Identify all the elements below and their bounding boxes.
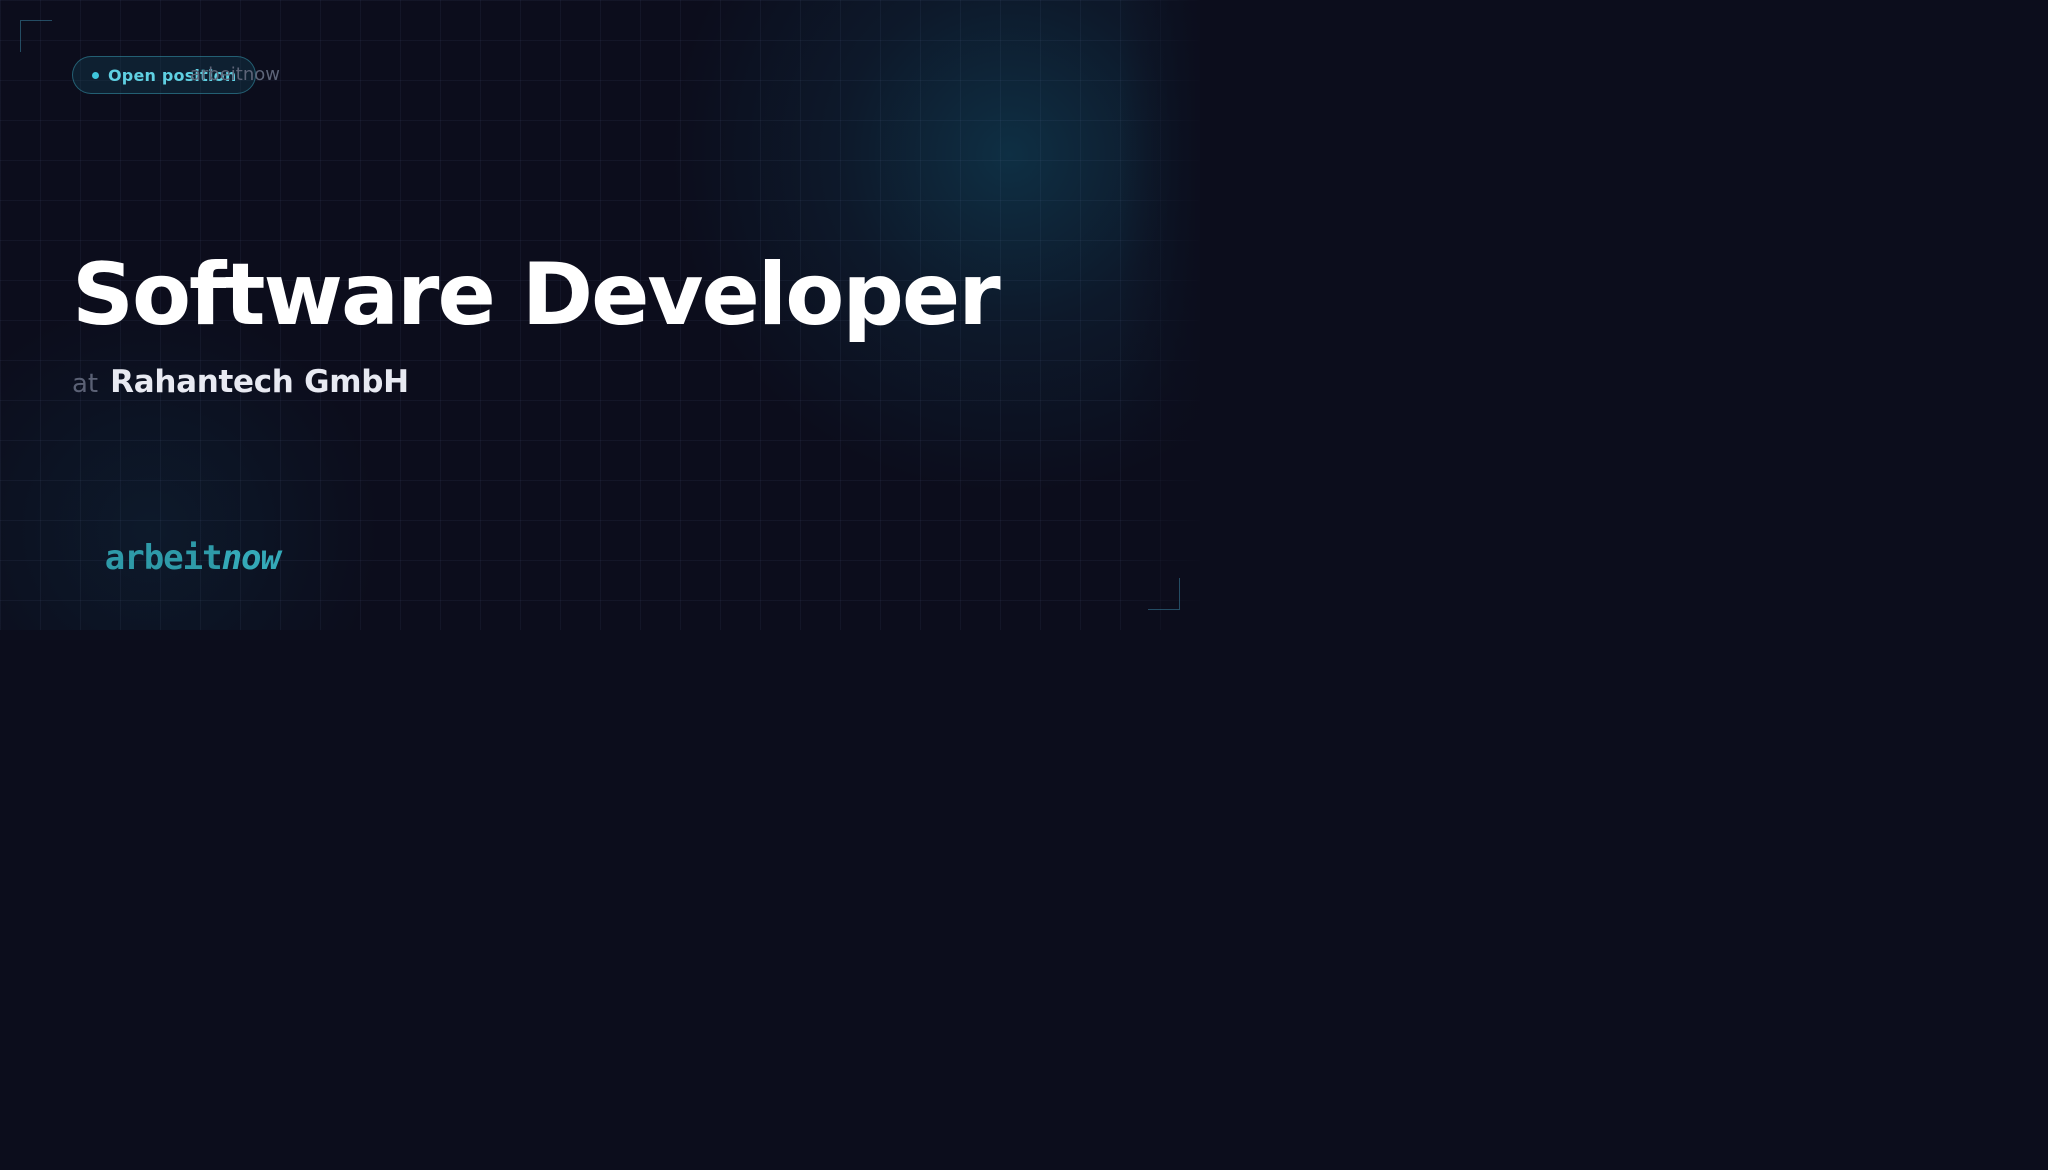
status-dot-icon [92,71,99,79]
brand-name: arbeitnow [189,64,280,85]
company-name: Rahantech GmbH [110,364,409,400]
logo-part-a: arbeit [104,538,223,578]
logo-part-b: now [221,538,281,578]
corner-bracket-bottom-right-icon [1148,578,1180,610]
company-line: at Rahantech GmbH [72,364,409,400]
at-label: at [72,369,99,399]
job-title: Software Developer [72,245,1001,345]
job-card: Open position arbeitnow Software Develop… [0,0,1200,630]
arbeitnow-logo: arbeitnow [104,538,281,578]
corner-bracket-top-left-icon [20,20,52,52]
